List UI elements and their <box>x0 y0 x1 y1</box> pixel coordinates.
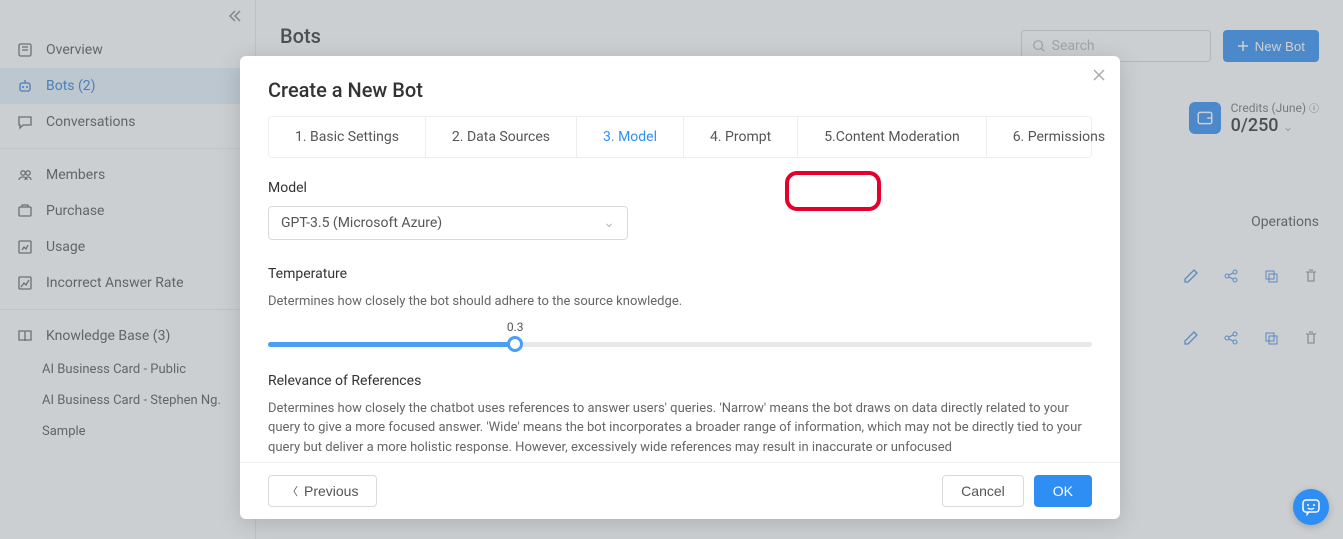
modal-title: Create a New Bot <box>240 56 1120 116</box>
chevron-left-icon: 〈 <box>287 483 298 499</box>
ok-button[interactable]: OK <box>1034 475 1092 507</box>
cancel-button[interactable]: Cancel <box>942 475 1024 507</box>
modal-body: Model GPT-3.5 (Microsoft Azure) ⌄ Temper… <box>240 158 1120 462</box>
step-content-moderation[interactable]: 5.Content Moderation <box>798 117 987 157</box>
step-prompt[interactable]: 4. Prompt <box>684 117 798 157</box>
close-icon[interactable] <box>1092 68 1106 82</box>
step-data-sources[interactable]: 2. Data Sources <box>426 117 577 157</box>
relevance-help: Determines how closely the chatbot uses … <box>268 399 1092 458</box>
slider-thumb[interactable] <box>507 336 523 352</box>
model-field-label: Model <box>268 180 1092 196</box>
slider-value-label: 0.3 <box>507 320 524 334</box>
temperature-help: Determines how closely the bot should ad… <box>268 292 1092 312</box>
temperature-slider[interactable]: 0.3 <box>268 342 1092 347</box>
smiley-icon <box>1301 497 1321 517</box>
temperature-label: Temperature <box>268 266 1092 282</box>
create-bot-modal: Create a New Bot 1. Basic Settings 2. Da… <box>240 56 1120 519</box>
step-model[interactable]: 3. Model <box>577 117 684 157</box>
wizard-steps: 1. Basic Settings 2. Data Sources 3. Mod… <box>268 116 1092 158</box>
modal-footer: 〈 Previous Cancel OK <box>240 462 1120 519</box>
model-select[interactable]: GPT-3.5 (Microsoft Azure) ⌄ <box>268 206 628 240</box>
help-chat-button[interactable] <box>1293 489 1329 525</box>
step-permissions[interactable]: 6. Permissions <box>987 117 1131 157</box>
step-basic-settings[interactable]: 1. Basic Settings <box>269 117 426 157</box>
chevron-down-icon: ⌄ <box>603 215 615 231</box>
relevance-label: Relevance of References <box>268 373 1092 389</box>
model-select-value: GPT-3.5 (Microsoft Azure) <box>281 215 442 231</box>
previous-button[interactable]: 〈 Previous <box>268 475 377 507</box>
